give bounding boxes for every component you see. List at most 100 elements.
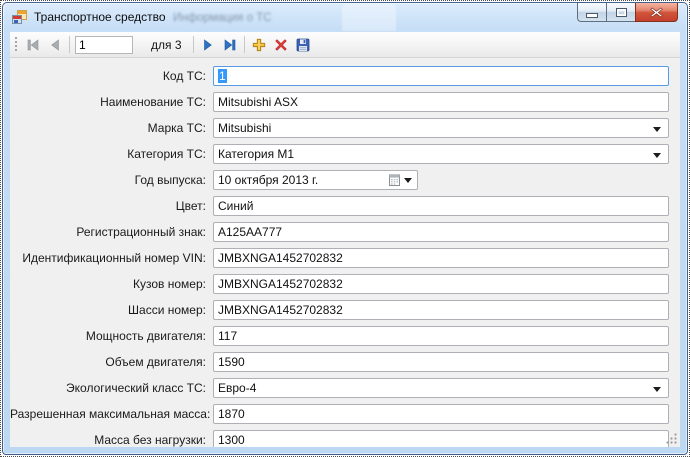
calendar-icon — [389, 174, 400, 186]
screenshot-frame: Транспортное средство Информация о ТС — [0, 0, 690, 457]
add-plus-icon — [251, 37, 267, 53]
field-value: 1590 — [218, 355, 245, 369]
field-value: Категория M1 — [218, 147, 294, 161]
minimize-button[interactable] — [577, 3, 606, 22]
move-last-button[interactable] — [219, 34, 241, 56]
move-next-button[interactable] — [197, 34, 219, 56]
form-row: Экологический класс ТС: Евро-4 — [10, 375, 680, 401]
form-row: Наименование ТС: Mitsubishi ASX — [10, 89, 680, 115]
close-icon — [650, 7, 663, 18]
form-row: Мощность двигателя: 117 — [10, 323, 680, 349]
form-fields: Код ТС: 1 Наименование ТС: Mitsubishi AS… — [10, 59, 680, 447]
max-mass-input[interactable]: 1870 — [213, 404, 669, 424]
form-row: Объем двигателя: 1590 — [10, 349, 680, 375]
move-previous-button[interactable] — [44, 34, 66, 56]
registration-plate-input[interactable]: A125AA777 — [213, 222, 669, 242]
toolbar-separator — [69, 36, 70, 53]
vin-input[interactable]: JMBXNGA1452702832 — [213, 248, 669, 268]
toolbar-separator — [193, 36, 194, 53]
chassis-number-label: Шасси номер: — [10, 303, 213, 317]
titlebar[interactable]: Транспортное средство Информация о ТС — [3, 3, 687, 32]
vehicle-code-input[interactable]: 1 — [213, 66, 669, 86]
max-mass-label: Разрешенная максимальная масса: — [10, 407, 213, 421]
window-controls — [577, 3, 678, 22]
previous-record-icon — [47, 37, 63, 53]
chevron-down-icon[interactable] — [653, 127, 661, 132]
engine-power-label: Мощность двигателя: — [10, 329, 213, 343]
engine-volume-input[interactable]: 1590 — [213, 352, 669, 372]
chevron-down-icon[interactable] — [653, 387, 661, 392]
form-row: Кузов номер: JMBXNGA1452702832 — [10, 271, 680, 297]
body-number-input[interactable]: JMBXNGA1452702832 — [213, 274, 669, 294]
form-row: Категория ТС: Категория M1 — [10, 141, 680, 167]
eco-class-label: Экологический класс ТС: — [10, 381, 213, 395]
app-window: Транспортное средство Информация о ТС — [2, 2, 688, 455]
body-number-label: Кузов номер: — [10, 277, 213, 291]
color-label: Цвет: — [10, 199, 213, 213]
field-value: JMBXNGA1452702832 — [218, 277, 343, 291]
calendar-dropdown-button[interactable] — [387, 172, 414, 188]
window-title: Транспортное средство — [34, 10, 166, 24]
maximize-icon — [616, 8, 627, 17]
vin-label: Идентификационный номер VIN: — [10, 251, 213, 265]
last-record-icon — [222, 37, 238, 53]
year-of-issue-datepicker[interactable]: 10 октября 2013 г. — [213, 170, 418, 190]
add-new-button[interactable] — [248, 34, 270, 56]
color-input[interactable]: Синий — [213, 196, 669, 216]
form-row: Идентификационный номер VIN: JMBXNGA1452… — [10, 245, 680, 271]
form-row: Регистрационный знак: A125AA777 — [10, 219, 680, 245]
form-row: Код ТС: 1 — [10, 63, 680, 89]
binding-navigator-toolbar: для 3 — [10, 32, 680, 58]
field-value: Mitsubishi ASX — [218, 95, 298, 109]
vehicle-name-label: Наименование ТС: — [10, 95, 213, 109]
field-value: 117 — [218, 329, 237, 343]
unladen-mass-input[interactable]: 1300 — [213, 430, 669, 447]
background-window-title: Информация о ТС — [173, 12, 272, 24]
vehicle-name-input[interactable]: Mitsubishi ASX — [213, 92, 669, 112]
field-value: 1300 — [218, 433, 245, 447]
chevron-down-icon[interactable] — [653, 153, 661, 158]
engine-volume-label: Объем двигателя: — [10, 355, 213, 369]
record-count-label: для 3 — [151, 38, 182, 52]
field-value: Mitsubishi — [218, 121, 271, 135]
brand-label: Марка ТС: — [10, 121, 213, 135]
toolbar-separator — [244, 36, 245, 53]
chevron-down-icon — [404, 178, 412, 183]
field-value: Евро-4 — [218, 381, 256, 395]
chassis-number-input[interactable]: JMBXNGA1452702832 — [213, 300, 669, 320]
brand-combobox[interactable]: Mitsubishi — [213, 118, 669, 138]
category-combobox[interactable]: Категория M1 — [213, 144, 669, 164]
form-row: Разрешенная максимальная масса: 1870 — [10, 401, 680, 427]
form-row: Масса без нагрузки: 1300 — [10, 427, 680, 447]
form-row: Год выпуска: 10 октября 2013 г. — [10, 167, 680, 193]
vehicle-code-label: Код ТС: — [10, 69, 213, 83]
save-button[interactable] — [292, 34, 314, 56]
background-window-glimpse — [342, 4, 396, 31]
form-client-area: для 3 — [10, 32, 680, 447]
record-position-input[interactable] — [75, 36, 133, 54]
save-disk-icon — [295, 37, 311, 53]
category-label: Категория ТС: — [10, 147, 213, 161]
unladen-mass-label: Масса без нагрузки: — [10, 433, 213, 447]
registration-plate-label: Регистрационный знак: — [10, 225, 213, 239]
delete-x-icon — [273, 37, 289, 53]
field-value: JMBXNGA1452702832 — [218, 251, 343, 265]
close-button[interactable] — [635, 3, 678, 22]
maximize-button[interactable] — [606, 3, 635, 22]
year-of-issue-label: Год выпуска: — [10, 173, 213, 187]
winforms-window-icon — [12, 10, 28, 25]
resize-grip-icon[interactable] — [665, 432, 678, 445]
move-first-button[interactable] — [22, 34, 44, 56]
field-value: Синий — [218, 199, 253, 213]
field-value: 10 октября 2013 г. — [218, 173, 318, 187]
form-row: Шасси номер: JMBXNGA1452702832 — [10, 297, 680, 323]
form-row: Цвет: Синий — [10, 193, 680, 219]
next-record-icon — [200, 37, 216, 53]
field-value: A125AA777 — [218, 225, 282, 239]
first-record-icon — [25, 37, 41, 53]
field-value: 1870 — [218, 407, 245, 421]
engine-power-input[interactable]: 117 — [213, 326, 669, 346]
delete-button[interactable] — [270, 34, 292, 56]
eco-class-combobox[interactable]: Евро-4 — [213, 378, 669, 398]
toolbar-grip[interactable] — [15, 37, 17, 53]
